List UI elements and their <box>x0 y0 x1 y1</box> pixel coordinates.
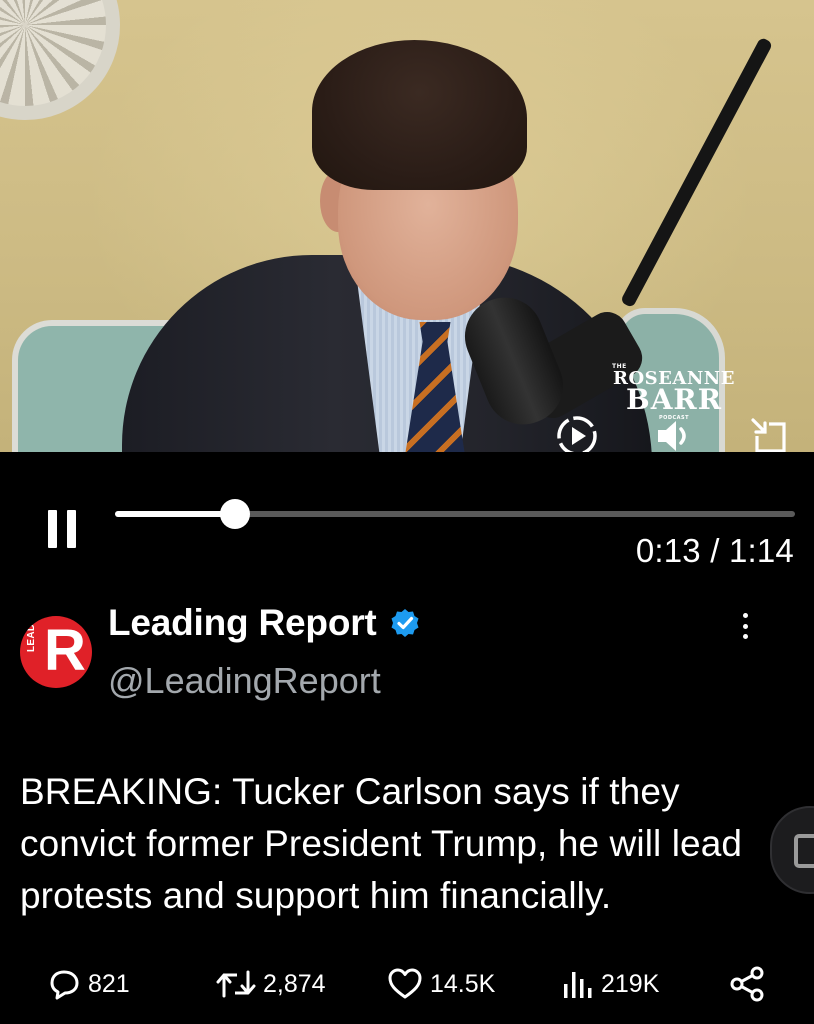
pause-button[interactable] <box>48 510 86 552</box>
repost-count: 2,874 <box>263 969 326 998</box>
video-player[interactable]: THE ROSEANNE BARR PODCAST <box>0 0 814 452</box>
author-name[interactable]: Leading Report <box>108 602 377 644</box>
views-button[interactable]: 219K <box>561 958 659 1010</box>
pause-icon-bar <box>67 510 76 548</box>
more-options-button[interactable] <box>732 609 758 643</box>
volume-button[interactable] <box>652 414 696 452</box>
play-circle-dashed-icon <box>557 416 597 452</box>
share-button[interactable] <box>728 958 766 1010</box>
time-display: 0:13 / 1:14 <box>635 532 794 569</box>
pip-minimize-icon <box>751 418 786 452</box>
share-icon <box>730 966 764 1002</box>
avatar-letter: R <box>44 618 86 683</box>
avatar[interactable]: LEADING R <box>20 616 92 688</box>
repost-icon <box>216 970 256 998</box>
checkbox-icon <box>794 834 814 868</box>
more-dots-icon <box>742 613 748 618</box>
author-handle[interactable]: @LeadingReport <box>108 660 381 702</box>
like-icon <box>388 968 422 999</box>
more-dot <box>742 634 748 639</box>
podcast-logo-overlay: THE ROSEANNE BARR PODCAST <box>612 364 736 421</box>
like-button[interactable]: 14.5K <box>386 958 495 1010</box>
minimize-video-button[interactable] <box>748 415 790 452</box>
reply-icon <box>50 970 79 1000</box>
views-icon <box>564 972 592 998</box>
pause-icon <box>48 510 57 548</box>
avatar-vertical-text: LEADING <box>26 616 37 652</box>
progress-scrubber[interactable] <box>219 499 250 529</box>
reply-button[interactable]: 821 <box>46 958 130 1010</box>
logo-line-2: BARR <box>626 383 722 416</box>
action-bar: 821 2,874 14.5K 219K <box>0 958 814 1010</box>
author-row: Leading Report <box>108 602 421 644</box>
like-count: 14.5K <box>430 969 496 998</box>
autoplay-button[interactable] <box>553 412 601 452</box>
reply-count: 821 <box>88 969 130 998</box>
speaker-icon <box>658 421 686 451</box>
progress-fill <box>115 511 235 517</box>
views-count: 219K <box>601 969 660 998</box>
progress-track[interactable] <box>115 499 795 529</box>
repost-button[interactable]: 2,874 <box>215 958 326 1010</box>
verified-badge-icon <box>391 609 419 637</box>
more-dot <box>742 623 748 629</box>
tweet-text: BREAKING: Tucker Carlson says if they co… <box>20 771 743 916</box>
